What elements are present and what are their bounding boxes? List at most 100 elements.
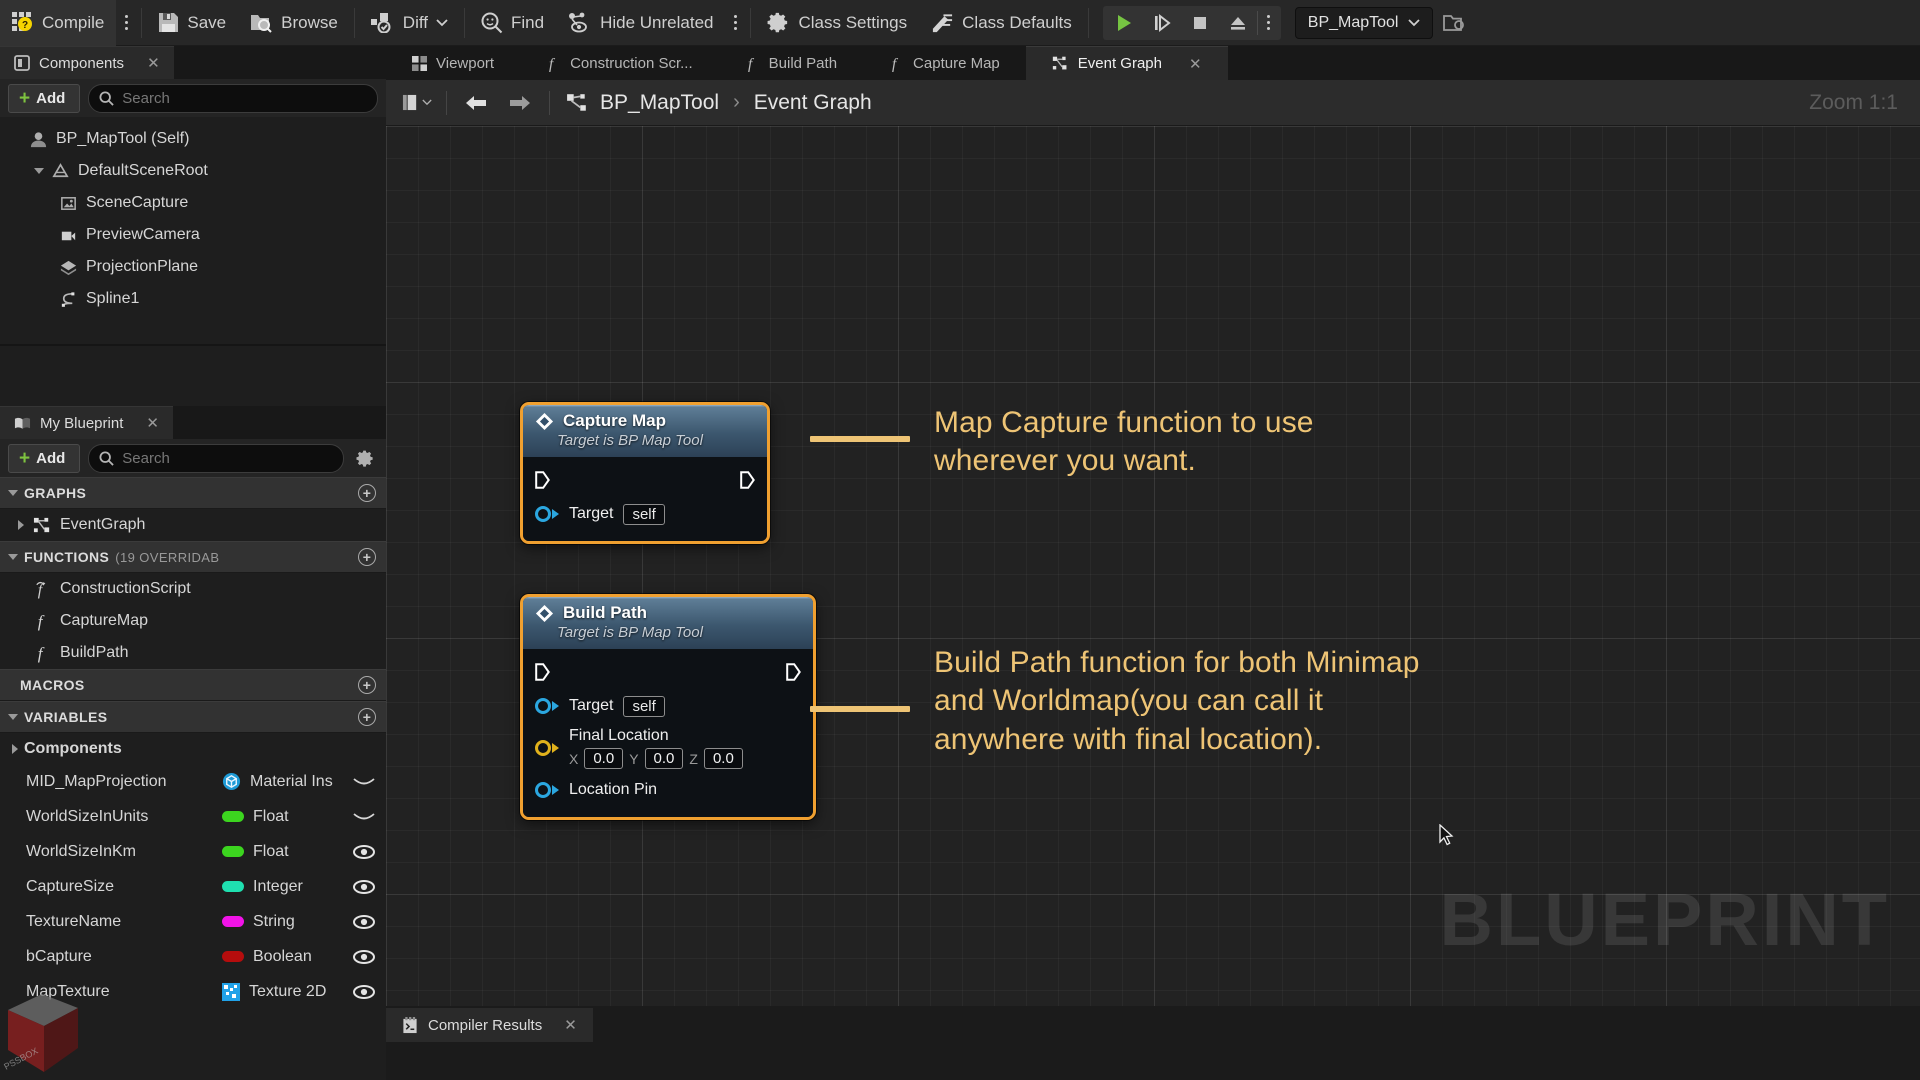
breadcrumb-root[interactable]: BP_MapTool [600,91,719,115]
target-pin-arrow [552,701,559,711]
tab-compiler-results[interactable]: Compiler Results ✕ [386,1008,593,1042]
class-settings-button[interactable]: Class Settings [755,0,919,46]
components-search-input[interactable] [122,89,367,107]
graph-display-options-button[interactable] [398,86,436,120]
vector-z-input[interactable]: 0.0 [703,748,743,769]
hide-unrelated-button[interactable]: Hide Unrelated [556,0,725,46]
function-icon: f [889,55,904,72]
node-capture-map[interactable]: Capture Map Target is BP Map Tool Target… [520,402,770,544]
save-button[interactable]: Save [146,0,238,46]
breadcrumb-current[interactable]: Event Graph [754,91,872,115]
variable-row[interactable]: CaptureSize Integer [0,869,386,904]
component-row-defaultsceneroot[interactable]: DefaultSceneRoot [0,155,386,187]
variable-visibility-toggle[interactable] [342,775,386,789]
function-row-buildpath[interactable]: f BuildPath [0,637,386,669]
forward-button[interactable] [501,86,539,120]
location-pin-input[interactable] [535,782,551,798]
variable-type-label: Integer [253,877,303,895]
myblueprint-search-input[interactable] [122,449,333,467]
variable-row[interactable]: WorldSizeInUnits Float [0,799,386,834]
tab-components[interactable]: Components ✕ [0,46,174,79]
add-macro-button[interactable]: + [358,676,376,694]
variable-row[interactable]: MapTexture Texture 2D [0,974,386,1009]
variable-row[interactable]: MID_MapProjection Material Ins [0,764,386,799]
components-search-box[interactable] [88,83,378,113]
target-input-pin[interactable] [535,698,551,714]
component-row-spline1[interactable]: Spline1 [0,283,386,315]
myblueprint-search-box[interactable] [88,443,344,473]
target-value[interactable]: self [623,503,665,525]
tab-components-label: Components [39,54,125,72]
tree-arrow-collapsed[interactable] [6,743,24,754]
target-value[interactable]: self [623,695,665,717]
browse-to-asset-button[interactable] [1433,0,1477,46]
exec-in-pin[interactable] [535,663,550,681]
play-button[interactable] [1105,6,1143,40]
hide-unrelated-options-button[interactable] [725,0,746,46]
section-header-functions[interactable]: FUNCTIONS (19 OVERRIDAB + [0,541,386,573]
variable-group-label: Components [24,739,122,757]
compile-button[interactable]: ? Compile [0,0,117,46]
add-variable-button[interactable]: + [358,708,376,726]
tree-arrow-collapsed[interactable] [12,520,30,530]
target-input-pin[interactable] [535,506,551,522]
component-row-previewcamera[interactable]: PreviewCamera [0,219,386,251]
add-graph-button[interactable]: + [358,484,376,502]
component-row-scenecapture[interactable]: SceneCapture [0,187,386,219]
node-build-path[interactable]: Build Path Target is BP Map Tool Target … [520,594,816,820]
final-location-input-pin[interactable] [535,740,551,756]
step-button[interactable] [1143,6,1181,40]
exec-out-pin[interactable] [740,471,755,489]
vector-x-input[interactable]: 0.0 [584,748,624,769]
play-options-button[interactable] [1258,6,1279,40]
component-row-bp-maptool[interactable]: BP_MapTool (Self) [0,123,386,155]
section-header-variables[interactable]: VARIABLES + [0,701,386,733]
blueprint-selector-dropdown[interactable]: BP_MapTool [1294,6,1434,39]
variable-visibility-toggle[interactable] [342,949,386,965]
exec-in-pin[interactable] [535,471,550,489]
variable-group-components[interactable]: Components [0,733,386,764]
close-icon[interactable]: ✕ [147,54,160,72]
variable-visibility-toggle[interactable] [342,844,386,860]
mouse-cursor [1439,824,1454,846]
stop-button[interactable] [1181,6,1219,40]
tab-construction-script[interactable]: f Construction Scr... [520,46,719,80]
components-add-button[interactable]: + Add [8,83,81,113]
section-header-graphs[interactable]: GRAPHS + [0,477,386,509]
variable-visibility-toggle[interactable] [342,984,386,1000]
tab-event-graph[interactable]: Event Graph ✕ [1025,46,1228,80]
exec-out-pin[interactable] [786,663,801,681]
variable-visibility-toggle[interactable] [342,810,386,824]
tab-build-path[interactable]: f Build Path [719,46,863,80]
myblueprint-add-button[interactable]: + Add [8,443,81,473]
class-defaults-button[interactable]: Class Defaults [919,0,1084,46]
tree-arrow-expanded[interactable] [30,168,48,174]
tab-capture-map[interactable]: f Capture Map [863,46,1026,80]
diff-button[interactable]: Diff [359,0,460,46]
back-button[interactable] [457,86,495,120]
variable-visibility-toggle[interactable] [342,914,386,930]
variable-type: String [222,913,342,931]
close-icon[interactable]: ✕ [146,414,159,432]
add-function-button[interactable]: + [358,548,376,566]
section-header-macros[interactable]: MACROS + [0,669,386,701]
function-row-constructionscript[interactable]: f ConstructionScript [0,573,386,605]
variable-visibility-toggle[interactable] [342,879,386,895]
find-button[interactable]: Find [469,0,556,46]
vector-y-input[interactable]: 0.0 [644,748,684,769]
variable-row[interactable]: bCapture Boolean [0,939,386,974]
function-row-capturemap[interactable]: f CaptureMap [0,605,386,637]
component-row-projectionplane[interactable]: ProjectionPlane [0,251,386,283]
tab-my-blueprint[interactable]: My Blueprint ✕ [0,406,173,439]
myblueprint-settings-button[interactable] [352,445,378,471]
close-icon[interactable]: ✕ [564,1016,577,1034]
variable-row[interactable]: WorldSizeInKm Float [0,834,386,869]
blueprint-canvas[interactable]: Capture Map Target is BP Map Tool Target… [386,126,1920,1080]
graph-row-eventgraph[interactable]: EventGraph [0,509,386,541]
eject-button[interactable] [1219,6,1257,40]
browse-button[interactable]: Browse [238,0,350,46]
compile-options-button[interactable] [116,0,137,46]
variable-row[interactable]: TextureName String [0,904,386,939]
tab-viewport[interactable]: Viewport [386,46,520,80]
close-icon[interactable]: ✕ [1189,55,1202,73]
